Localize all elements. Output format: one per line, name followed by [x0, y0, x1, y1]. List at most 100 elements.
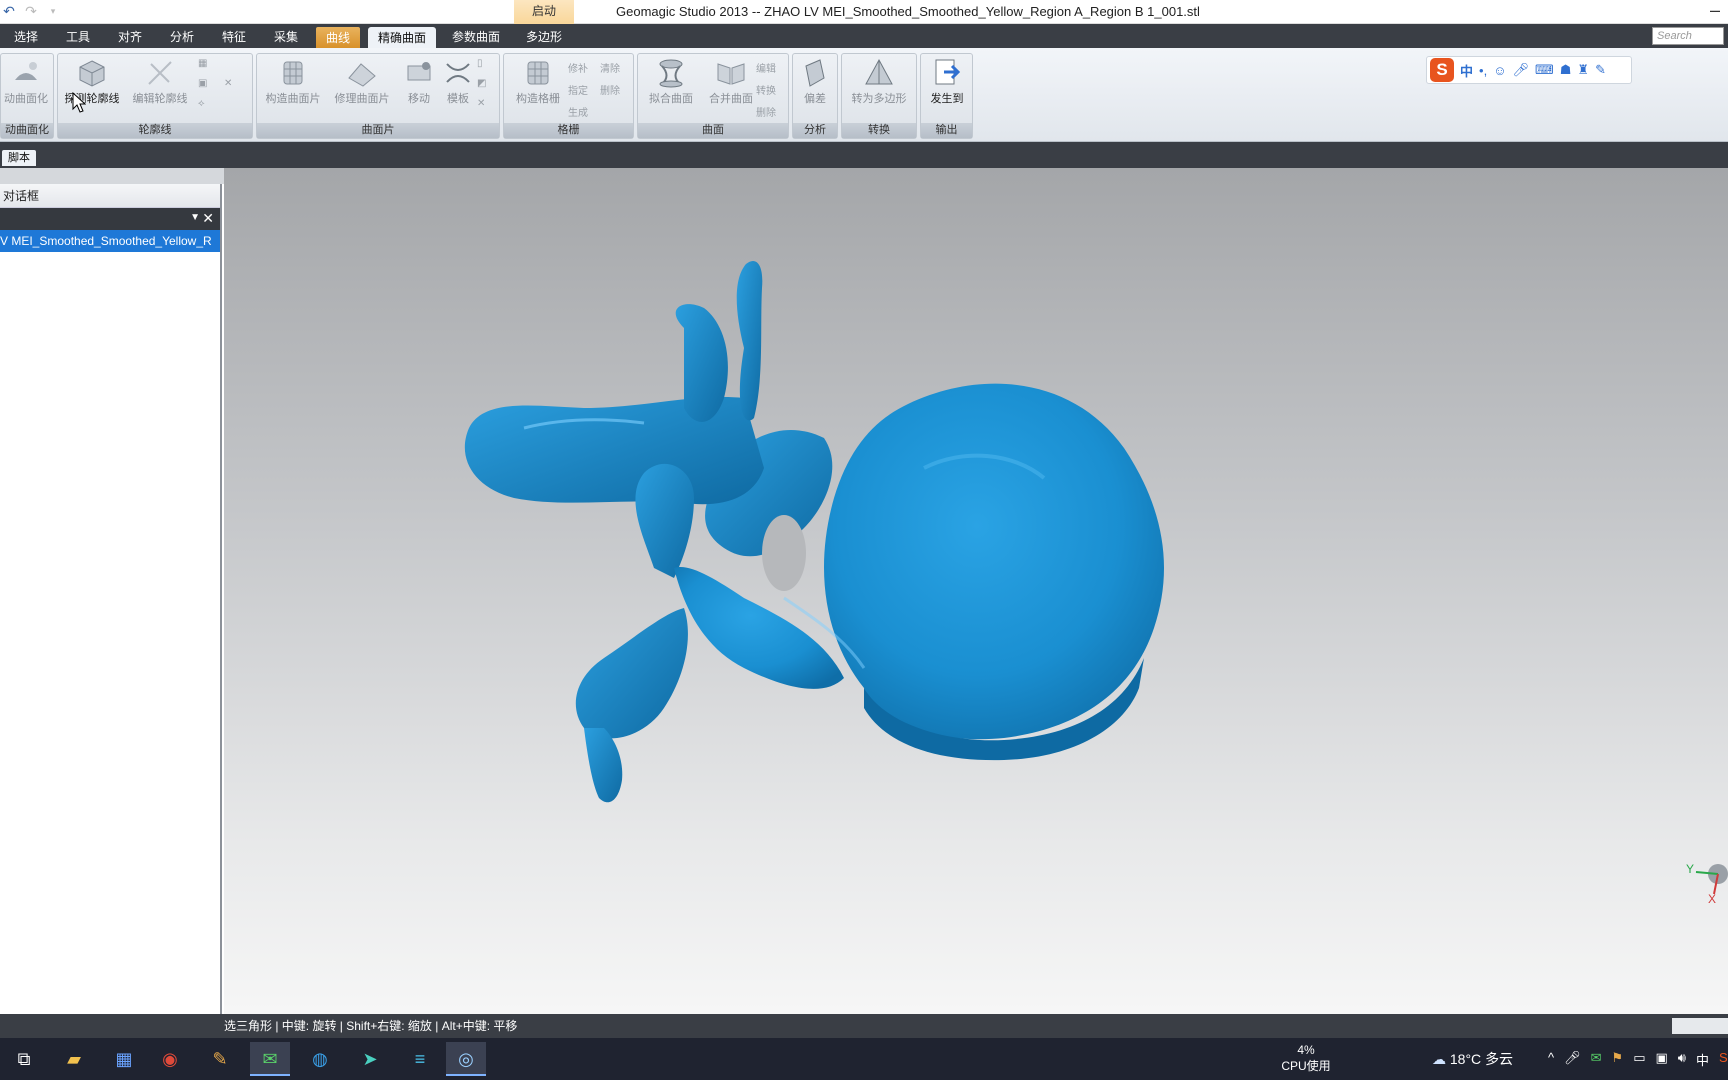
volume-icon[interactable]: 🔊︎	[1678, 1050, 1686, 1069]
wechat-icon[interactable]: ✉	[250, 1042, 290, 1076]
construct-patches-button[interactable]: 构造曲面片	[261, 58, 325, 106]
dialog-panel-header[interactable]: 对话框	[0, 184, 220, 208]
merge-surfaces-button[interactable]: 合并曲面	[702, 58, 760, 106]
sogou-tray-icon[interactable]: S	[1719, 1050, 1728, 1069]
undo-icon[interactable]: ↶	[0, 2, 18, 20]
system-tray: ^ 🎤︎ ✉ ⚑ ▭ ▣ 🔊︎ 中 S	[1548, 1050, 1728, 1069]
microphone-icon[interactable]: 🎤︎	[1564, 1050, 1581, 1069]
chevron-up-icon[interactable]: ^	[1548, 1050, 1554, 1069]
editor-icon[interactable]: ➤	[350, 1042, 390, 1076]
vertebra-model[interactable]	[224, 168, 1728, 1014]
tab-script[interactable]: 脚本	[2, 150, 36, 166]
file-explorer-icon[interactable]: ▰	[54, 1042, 94, 1076]
ribbon-group-auto-surface: 动曲面化 动曲面化	[0, 53, 54, 139]
surface-edit-button[interactable]: 编辑	[756, 60, 776, 75]
geomagic-icon[interactable]: ◎	[446, 1042, 486, 1076]
construct-patches-icon	[283, 61, 303, 85]
fit-surfaces-button[interactable]: 拟合曲面	[642, 58, 700, 106]
patch-cylinder-icon[interactable]: ▯	[477, 58, 483, 69]
microphone-icon[interactable]: 🎤︎	[1512, 62, 1529, 78]
user-icon[interactable]: ☗	[1560, 62, 1572, 78]
contour-split-icon[interactable]: ⟡	[198, 98, 205, 109]
weather-widget[interactable]: ☁ 18°C 多云	[1432, 1049, 1513, 1069]
patch-delete-icon[interactable]: ✕	[477, 98, 485, 109]
network-icon[interactable]: ▣	[1655, 1050, 1667, 1069]
tab-features[interactable]: 特征	[214, 24, 254, 48]
ime-punctuation-toggle[interactable]: •,	[1479, 63, 1487, 78]
tab-curves[interactable]: 曲线	[316, 27, 360, 48]
axis-triad-icon	[1695, 864, 1728, 895]
paint-icon[interactable]: ✎	[200, 1042, 240, 1076]
emoji-icon[interactable]: ☺	[1493, 63, 1506, 78]
wrench-icon[interactable]: ✎	[1595, 62, 1606, 78]
ime-mode-toggle[interactable]: 中	[1460, 61, 1473, 80]
detect-contours-button[interactable]: 探测轮廓线	[62, 58, 122, 106]
search-input[interactable]: Search	[1652, 27, 1724, 45]
patch-shape-icon[interactable]: ◩	[477, 78, 486, 89]
model-tree-item[interactable]: V MEI_Smoothed_Smoothed_Yellow_R	[0, 230, 220, 252]
keyboard-icon[interactable]: ⌨	[1535, 62, 1554, 78]
tab-tools[interactable]: 工具	[58, 24, 98, 48]
calculator-icon[interactable]: ▦	[104, 1042, 144, 1076]
merge-surfaces-icon	[717, 63, 745, 85]
tab-parametric-surfacing[interactable]: 参数曲面	[444, 24, 508, 48]
3d-viewport[interactable]: Y X	[224, 168, 1728, 1014]
auto-surface-icon	[15, 62, 37, 80]
cloud-icon: ☁	[1432, 1051, 1446, 1067]
construct-grids-button[interactable]: 构造格栅	[508, 58, 568, 106]
dialog-panel: 对话框 ▼ ✕ V MEI_Smoothed_Smoothed_Yellow_R…	[0, 184, 222, 1043]
tab-exact-surfacing[interactable]: 精确曲面	[368, 27, 436, 48]
auto-surface-button[interactable]: 动曲面化	[1, 58, 51, 106]
tab-select[interactable]: 选择	[6, 24, 46, 48]
skin-icon[interactable]: ♜	[1577, 62, 1589, 78]
repair-patches-button[interactable]: 修理曲面片	[329, 58, 395, 106]
move-icon	[407, 62, 431, 81]
move-button[interactable]: 移动	[399, 58, 439, 106]
title-bar: ↶ ↷ ▾ 启动 Geomagic Studio 2013 -- ZHAO LV…	[0, 0, 1728, 24]
customize-dropdown-icon[interactable]: ▾	[44, 2, 62, 20]
axis-triad[interactable]: Y X	[1686, 848, 1728, 908]
close-icon[interactable]: ✕	[202, 210, 214, 227]
quick-access-toolbar: ↶ ↷ ▾	[0, 2, 62, 20]
word-icon[interactable]: ≡	[400, 1042, 440, 1076]
display-icon[interactable]: ▭	[1633, 1050, 1645, 1069]
convert-to-polygons-label: 转为多边形	[851, 93, 907, 105]
sogou-browser-icon[interactable]: ◍	[300, 1042, 340, 1076]
template-button[interactable]: 模板	[441, 58, 475, 106]
surface-convert-button[interactable]: 转换	[756, 82, 776, 97]
tab-align[interactable]: 对齐	[110, 24, 150, 48]
contour-delete-icon[interactable]: ▣	[198, 78, 207, 89]
grid-repair-button[interactable]: 修补	[568, 60, 588, 75]
ribbon-group-surfaces: 拟合曲面 合并曲面 编辑 转换 删除 曲面	[637, 53, 789, 139]
grid-clear-button[interactable]: 清除	[600, 60, 620, 75]
tray-app-icon[interactable]: ⚑	[1612, 1050, 1624, 1069]
menu-bar: 选择 工具 对齐 分析 特征 采集 曲线 精确曲面 参数曲面 多边形 Searc…	[0, 24, 1728, 48]
convert-to-polygons-button[interactable]: 转为多边形	[844, 58, 914, 106]
tab-analysis[interactable]: 分析	[162, 24, 202, 48]
redo-icon[interactable]: ↷	[22, 2, 40, 20]
grid-generate-button[interactable]: 生成	[568, 104, 588, 119]
surface-delete-button[interactable]: 删除	[756, 104, 776, 119]
tab-polygons[interactable]: 多边形	[516, 24, 572, 48]
task-view-icon[interactable]: ⧉	[4, 1042, 44, 1076]
contour-tool-icon[interactable]: ▦	[198, 58, 207, 69]
chrome-icon[interactable]: ◉	[150, 1042, 190, 1076]
chevron-down-icon[interactable]: ▼	[190, 212, 200, 223]
tab-capture[interactable]: 采集	[266, 24, 306, 48]
group-label-patches: 曲面片	[257, 123, 499, 138]
construct-grids-icon	[527, 61, 549, 85]
group-label-auto-surface: 动曲面化	[1, 123, 53, 138]
edit-contours-button[interactable]: 编辑轮廓线	[130, 58, 190, 106]
grid-assign-button[interactable]: 指定	[568, 82, 588, 97]
ribbon-group-output: 发生到 输出	[920, 53, 973, 139]
minimize-button[interactable]: –	[1710, 0, 1720, 20]
send-to-button[interactable]: 发生到	[923, 58, 971, 106]
repair-patches-label: 修理曲面片	[334, 93, 390, 105]
window-title: Geomagic Studio 2013 -- ZHAO LV MEI_Smoo…	[616, 4, 1200, 19]
ime-indicator[interactable]: 中	[1696, 1050, 1709, 1069]
contour-clear-icon[interactable]: ✕	[224, 78, 232, 89]
wechat-tray-icon[interactable]: ✉	[1591, 1050, 1602, 1069]
grid-delete-button[interactable]: 删除	[600, 82, 620, 97]
deviation-button[interactable]: 偏差	[793, 58, 837, 106]
sogou-logo-icon[interactable]: S	[1430, 58, 1454, 82]
